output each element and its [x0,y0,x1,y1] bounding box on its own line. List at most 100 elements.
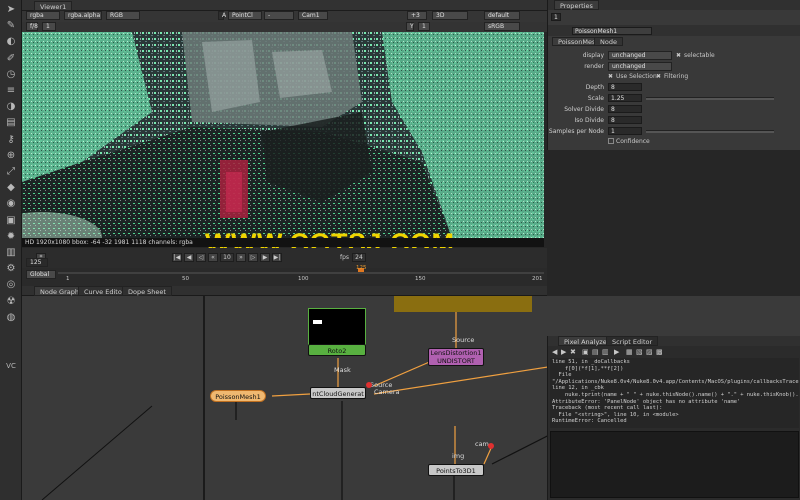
display-dropdown[interactable]: unchanged [608,51,672,60]
gamma-field[interactable]: 1 [418,22,430,31]
fps-field[interactable]: 24 [352,253,366,262]
view-mode-dropdown[interactable]: 3D [432,11,468,20]
last-frame-icon[interactable]: ▶| [272,253,282,262]
save-script-icon[interactable]: ▥ [602,348,609,356]
node-name-bar: PoissonMesh1 [548,25,800,36]
a-input-label: A [218,11,226,20]
node-name-field[interactable]: PoissonMesh1 [572,27,652,35]
frame-field[interactable]: 125 [26,258,48,267]
tab-node[interactable]: Node [594,37,623,46]
viewer-tab-bar: Viewer1 [22,0,547,11]
keyer-icon[interactable]: ⚷ [4,134,18,146]
play-backward-icon[interactable]: ◀ [184,253,194,262]
tab-script-editor[interactable]: Script Editor [606,336,659,346]
channels-dropdown[interactable]: rgba [26,11,60,20]
points-to-3d-node[interactable]: PointsTo3D1 [428,464,484,476]
frame-increment-field[interactable]: 10 [220,253,234,262]
scale-slider[interactable] [646,97,774,100]
metadata-icon[interactable]: ▣ [4,215,18,227]
colorspace-dropdown[interactable]: RGB [106,11,140,20]
exposure-field[interactable]: f/8 [26,22,38,31]
color-icon[interactable]: ◑ [4,101,18,113]
lut-dropdown[interactable]: default [484,11,520,20]
step-forward-icon[interactable]: ▷ [248,253,258,262]
selectable-checkbox[interactable]: ✖ [676,52,681,59]
back-increment-icon[interactable]: « [208,253,218,262]
filtering-label: Filtering [664,73,689,80]
script-output[interactable]: line 51, in _doCallbacks f[0](*f[1],**f[… [550,358,799,428]
toolsets-icon[interactable]: ⚙ [4,263,18,275]
clear-output-icon[interactable]: ▩ [656,348,663,356]
transform-icon[interactable]: ⤢ [4,166,18,178]
first-frame-icon[interactable]: |◀ [172,253,182,262]
deep-icon[interactable]: ▥ [4,247,18,259]
ofx-icon[interactable]: ☢ [4,296,18,308]
gain-field[interactable]: 1 [42,22,56,31]
edge-label-img: img [452,452,465,460]
3d-icon[interactable]: ◆ [4,182,18,194]
tick-201: 201 [532,276,543,282]
tick-100: 100 [298,276,309,282]
layer-dropdown[interactable]: PointCl [228,11,262,20]
b-input-dropdown[interactable]: Cam1 [298,11,328,20]
draw-icon[interactable]: ✐ [4,53,18,65]
poisson-mesh-node[interactable]: PoissonMesh1 [210,390,266,402]
show-both-icon[interactable]: ▨ [646,348,653,356]
forward-increment-icon[interactable]: » [236,253,246,262]
zoom-dropdown[interactable]: +3 [407,11,427,20]
iso-divide-field[interactable]: 8 [608,116,642,124]
source-script-icon[interactable]: ▣ [582,348,589,356]
roto2-node[interactable]: Roto2 [308,344,366,356]
prev-script-icon[interactable]: ◀ [552,348,557,356]
gamma-label: Y [406,22,414,31]
confidence-checkbox[interactable] [608,138,614,144]
filter-icon[interactable]: ▤ [4,117,18,129]
properties-panel: Properties 1 PoissonMesh1 PoissonMesh No… [547,0,800,150]
properties-count-field[interactable]: 1 [551,13,561,21]
step-back-icon[interactable]: ◁ [196,253,206,262]
particles-icon[interactable]: ✹ [4,231,18,243]
script-output-line: line 12, in _cbk [552,385,604,392]
run-script-icon[interactable]: ▶ [614,348,619,356]
filtering-checkbox[interactable]: ✖ [656,73,661,80]
clear-history-icon[interactable]: ✖ [570,348,576,356]
tab-properties[interactable]: Properties [554,0,599,10]
load-script-icon[interactable]: ▤ [592,348,599,356]
lens-distortion-node[interactable]: LensDistortion1 UNDISTORT [428,348,484,366]
views-icon[interactable]: ◉ [4,198,18,210]
show-input-icon[interactable]: ▦ [626,348,633,356]
samples-slider[interactable] [646,130,774,133]
samples-per-node-field[interactable]: 1 [608,127,642,135]
script-input[interactable] [550,431,799,498]
scale-field[interactable]: 1.25 [608,94,642,102]
script-output-line: Traceback (most recent call last): [552,405,663,412]
render-dropdown[interactable]: unchanged [608,62,672,71]
pencil-icon[interactable]: ✎ [4,20,18,32]
render-label: render [584,63,604,70]
mask-icon[interactable]: ◍ [4,312,18,324]
depth-field[interactable]: 8 [608,83,642,91]
show-output-icon[interactable]: ▧ [636,348,643,356]
input-dot-2 [488,443,494,449]
merge-icon[interactable]: ⊕ [4,150,18,162]
time-icon[interactable]: ◷ [4,69,18,81]
play-forward-icon[interactable]: ▶ [260,253,270,262]
edge-label-camera: Camera [374,388,400,396]
left-toolbar: ➤ ✎ ◐ ✐ ◷ ≡ ◑ ▤ ⚷ ⊕ ⤢ ◆ ◉ ▣ ✹ ▥ ⚙ ◎ ☢ ◍ VC [0,0,22,500]
paint-icon[interactable]: ◐ [4,36,18,48]
compare-dropdown[interactable]: - [264,11,294,20]
viewer-viewport[interactable] [22,32,544,238]
use-selection-checkbox[interactable]: ✖ [608,73,613,80]
next-script-icon[interactable]: ▶ [561,348,566,356]
tab-viewer1[interactable]: Viewer1 [34,1,73,11]
range-dropdown[interactable]: Global [26,270,56,279]
solver-divide-field[interactable]: 8 [608,105,642,113]
depth-label: Depth [585,84,604,91]
alpha-dropdown[interactable]: rgba.alpha [64,11,102,20]
display-dropdown[interactable]: sRGB [484,22,520,31]
point-cloud-generator-node[interactable]: ntCloudGenerat [310,387,366,399]
other-icon[interactable]: ◎ [4,279,18,291]
channel-icon[interactable]: ≡ [4,85,18,97]
tab-dope-sheet[interactable]: Dope Sheet [122,286,172,296]
arrow-icon[interactable]: ➤ [4,4,18,16]
